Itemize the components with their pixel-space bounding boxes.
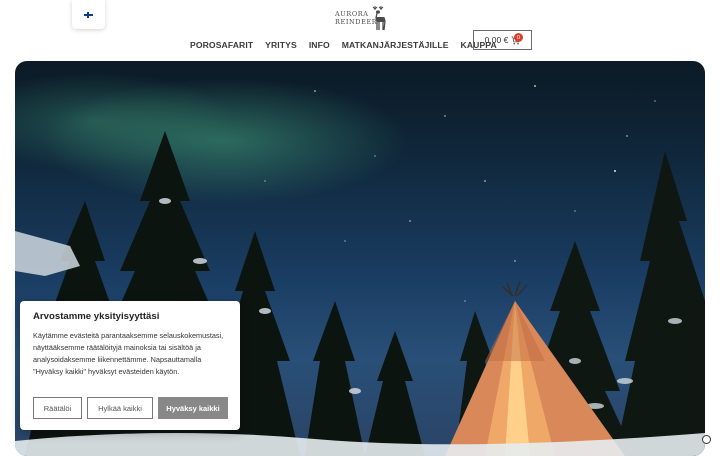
reject-all-button[interactable]: Hylkää kaikki [87, 397, 153, 419]
cookie-title: Arvostamme yksityisyyttäsi [33, 311, 160, 322]
logo-line-2: REINDEER [335, 17, 378, 26]
accept-all-button[interactable]: Hyväksy kaikki [158, 397, 228, 419]
nav-item-info[interactable]: INFO [309, 40, 330, 50]
language-switcher[interactable] [72, 0, 105, 29]
logo-text: AURORA REINDEER [335, 9, 378, 26]
site-logo[interactable]: AURORA REINDEER [335, 4, 387, 31]
cookie-consent-dialog: Arvostamme yksityisyyttäsi Käytämme eväs… [20, 301, 240, 430]
customize-button[interactable]: Räätälöi [33, 397, 82, 419]
nav-item-porosafarit[interactable]: POROSAFARIT [190, 40, 253, 50]
cookie-buttons: Räätälöi Hylkää kaikki Hyväksy kaikki [33, 397, 228, 419]
cookie-settings-icon[interactable] [702, 435, 711, 444]
logo-line-1: AURORA [335, 9, 369, 18]
nav-item-yritys[interactable]: YRITYS [265, 40, 297, 50]
nav-item-matkanjarjestajille[interactable]: MATKANJÄRJESTÄJILLE [342, 40, 449, 50]
main-nav: POROSAFARIT YRITYS INFO MATKANJÄRJESTÄJI… [190, 38, 497, 52]
reindeer-icon [372, 6, 386, 31]
cart-button[interactable]: 0,00 € 0 [473, 30, 532, 50]
cart-count-badge: 0 [514, 33, 523, 42]
finnish-flag-icon [84, 11, 93, 18]
cookie-body: Käytämme evästeitä parantaaksemme selaus… [33, 331, 224, 376]
cart-amount: 0,00 € [484, 35, 509, 45]
